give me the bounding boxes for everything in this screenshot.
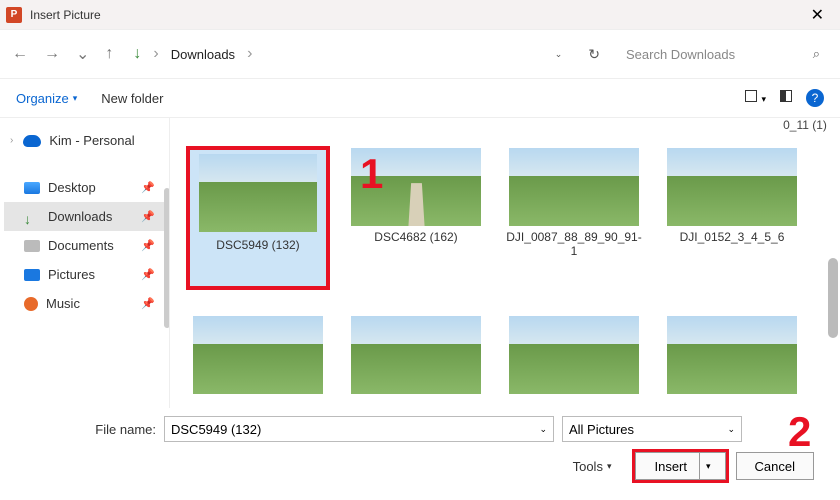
filter-value: All Pictures — [569, 422, 634, 437]
annotation-1: 1 — [360, 150, 383, 198]
file-item[interactable] — [188, 316, 328, 394]
sidebar-item-documents[interactable]: Documents 📌 — [4, 231, 165, 260]
file-caption: DJI_0087_88_89_90_91-1 — [504, 230, 644, 259]
sidebar-account[interactable]: › Kim - Personal — [4, 126, 165, 155]
sidebar-item-music[interactable]: Music 📌 — [4, 289, 165, 318]
search-icon: ⌕ — [813, 46, 820, 62]
onedrive-icon — [23, 135, 41, 147]
address-dropdown-icon[interactable]: ⌄ — [555, 49, 563, 60]
downloads-icon: ↓ — [133, 45, 141, 63]
documents-icon — [24, 240, 40, 252]
sidebar-item-pictures[interactable]: Pictures 📌 — [4, 260, 165, 289]
filter-dropdown-icon[interactable]: ⌄ — [727, 424, 735, 435]
insert-button[interactable]: Insert ▾ — [635, 452, 725, 480]
file-item[interactable]: DJI_0152_3_4_5_6 — [662, 148, 802, 288]
annotation-2: 2 — [788, 408, 811, 456]
pictures-icon — [24, 269, 40, 281]
file-caption: DJI_0152_3_4_5_6 — [680, 230, 785, 244]
dialog-title: Insert Picture — [30, 8, 101, 22]
filename-input[interactable]: DSC5949 (132) ⌄ — [164, 416, 554, 442]
dialog-footer: File name: DSC5949 (132) ⌄ All Pictures … — [0, 408, 840, 488]
file-item[interactable]: DJI_0087_88_89_90_91-1 — [504, 148, 644, 288]
forward-icon[interactable]: → — [44, 45, 60, 63]
sidebar-item-label: Music — [46, 296, 80, 311]
file-item-selected[interactable]: DSC5949 (132) — [188, 148, 328, 288]
sidebar-item-label: Downloads — [48, 209, 112, 224]
command-bar: Organize▾ New folder ▾ ? — [0, 78, 840, 118]
insert-dropdown-icon[interactable]: ▾ — [699, 453, 717, 479]
file-type-filter[interactable]: All Pictures ⌄ — [562, 416, 742, 442]
sidebar-item-label: Pictures — [48, 267, 95, 282]
pin-icon: 📌 — [141, 210, 155, 223]
tools-button[interactable]: Tools▾ — [573, 459, 612, 474]
file-caption: DSC5949 (132) — [216, 238, 299, 252]
powerpoint-icon: P — [6, 7, 22, 23]
sidebar-account-label: Kim - Personal — [49, 133, 134, 148]
new-folder-button[interactable]: New folder — [101, 91, 163, 106]
downloads-icon: ↓ — [24, 211, 40, 223]
breadcrumb-current[interactable]: Downloads — [171, 47, 235, 62]
title-bar: P Insert Picture ✕ — [0, 0, 840, 30]
back-icon[interactable]: ← — [12, 45, 28, 63]
cancel-button[interactable]: Cancel — [736, 452, 814, 480]
filename-value: DSC5949 (132) — [171, 422, 261, 437]
organize-button[interactable]: Organize▾ — [16, 91, 77, 106]
file-caption: DSC4682 (162) — [374, 230, 457, 244]
sidebar-item-desktop[interactable]: Desktop 📌 — [4, 173, 165, 202]
file-item[interactable] — [662, 316, 802, 394]
sidebar-item-label: Desktop — [48, 180, 96, 195]
filename-label: File name: — [16, 422, 156, 437]
file-item[interactable] — [346, 316, 486, 394]
breadcrumb-sep: › — [153, 45, 158, 63]
search-placeholder: Search Downloads — [626, 47, 735, 62]
pin-icon: 📌 — [141, 239, 155, 252]
nav-bar: ← → ⌄ ↑ ↓ › Downloads › ⌄ ↻ Search Downl… — [0, 30, 840, 78]
pin-icon: 📌 — [141, 297, 155, 310]
partial-row-label: 0_11 (1) — [470, 118, 840, 132]
content-scrollbar[interactable] — [828, 258, 838, 338]
history-dropdown-icon[interactable]: ⌄ — [76, 44, 89, 64]
pin-icon: 📌 — [141, 268, 155, 281]
music-icon — [24, 297, 38, 311]
address-bar[interactable]: ↓ › Downloads › ⌄ — [125, 36, 570, 72]
up-icon[interactable]: ↑ — [105, 45, 113, 63]
close-icon[interactable]: ✕ — [801, 3, 834, 27]
help-icon[interactable]: ? — [806, 89, 824, 107]
preview-pane-button[interactable] — [780, 89, 792, 107]
search-input[interactable]: Search Downloads ⌕ — [618, 36, 828, 72]
breadcrumb-sep: › — [247, 45, 252, 63]
sidebar: › Kim - Personal Desktop 📌 ↓ Downloads 📌… — [0, 118, 170, 408]
sidebar-item-label: Documents — [48, 238, 114, 253]
expand-icon[interactable]: › — [10, 135, 13, 146]
filename-dropdown-icon[interactable]: ⌄ — [539, 424, 547, 435]
file-item[interactable] — [504, 316, 644, 394]
refresh-icon[interactable]: ↻ — [582, 46, 606, 63]
sidebar-item-downloads[interactable]: ↓ Downloads 📌 — [4, 202, 165, 231]
file-grid: 0_11 (1) DSC5949 (132) DSC4682 (162) DJI… — [170, 118, 840, 408]
desktop-icon — [24, 182, 40, 194]
view-mode-button[interactable]: ▾ — [745, 89, 766, 107]
pin-icon: 📌 — [141, 181, 155, 194]
